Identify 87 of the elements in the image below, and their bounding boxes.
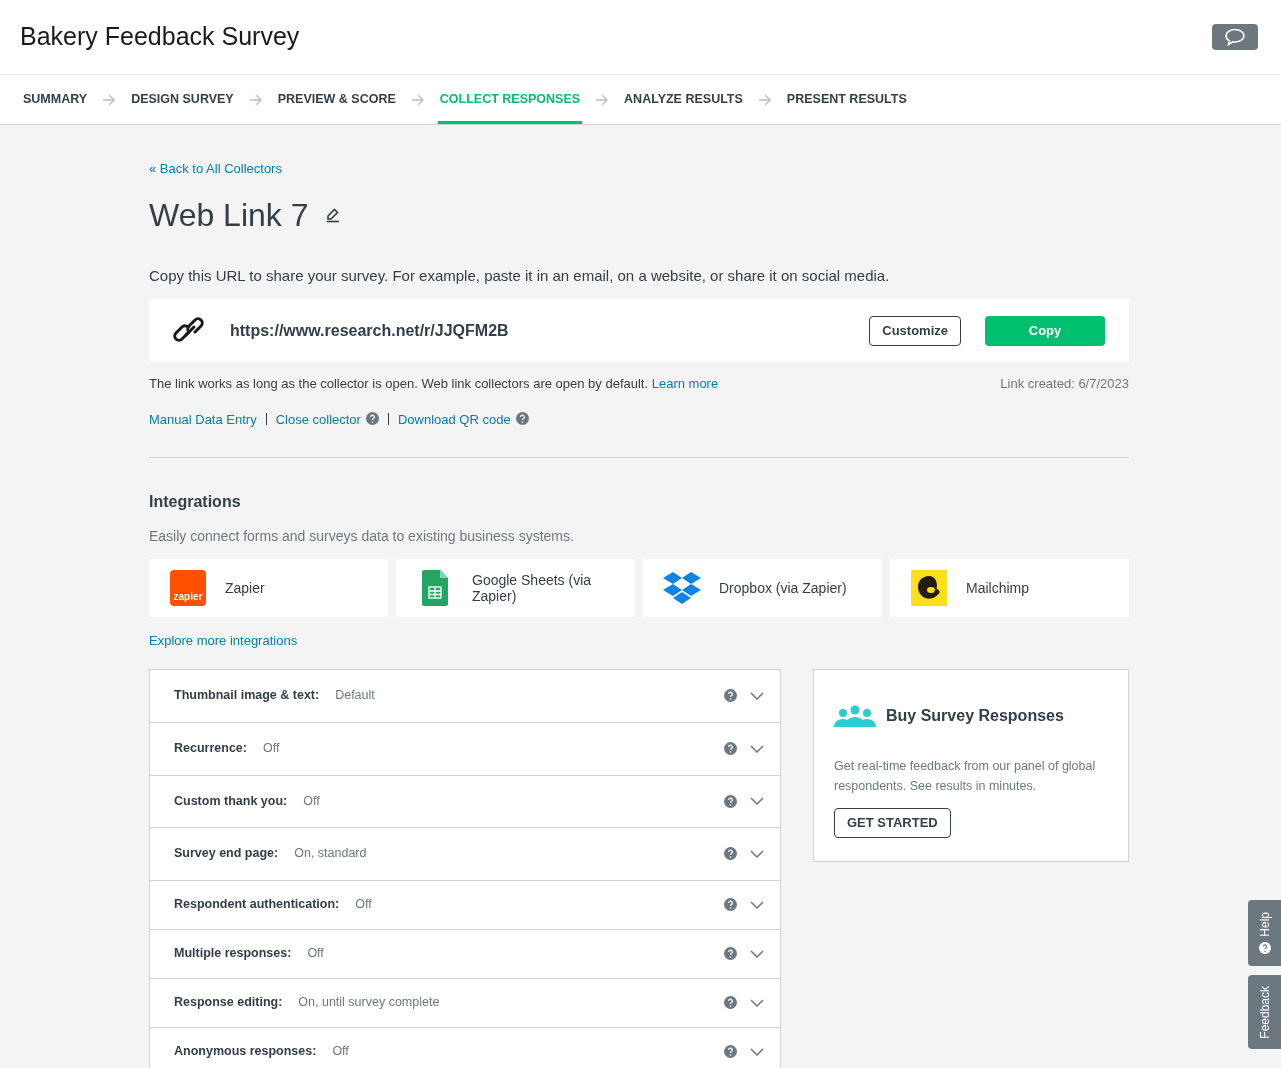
setting-label: Respondent authentication: [174, 896, 340, 914]
settings-row[interactable]: Thumbnail image & text: Default [150, 669, 780, 722]
section-description: Easily connect forms and surveys data to existing business systems. [149, 527, 575, 546]
setting-label: Survey end page: [174, 845, 279, 863]
setting-value: Off [355, 896, 373, 914]
settings-row[interactable]: Anonymous responses: Off [150, 1026, 780, 1068]
people-icon [834, 704, 876, 727]
setting-label: Recurrence: [174, 740, 247, 758]
settings-row[interactable]: Multiple responses: Off [150, 928, 780, 978]
help-icon[interactable] [724, 742, 737, 756]
step-tab[interactable]: PRESENT RESULTS [784, 75, 909, 124]
step-tab[interactable]: ANALYZE RESULTS [622, 75, 745, 124]
settings-row[interactable]: Respondent authentication: Off [150, 879, 780, 929]
setting-label: Custom thank you: [174, 792, 288, 810]
integration-card[interactable]: Mailchimp [890, 559, 1129, 617]
chevron-down-icon[interactable] [750, 744, 764, 753]
survey-title: Bakery Feedback Survey [20, 21, 300, 53]
arrow-icon [102, 93, 117, 106]
link-created-date: Link created: 6/7/2023 [1000, 375, 1129, 393]
help-icon [1258, 942, 1271, 955]
setting-value: Off [303, 792, 321, 810]
chevron-down-icon[interactable] [750, 900, 764, 909]
action-link[interactable]: Close collector [275, 409, 379, 429]
feedback-tab[interactable]: Feedback [1248, 975, 1281, 1049]
logo-text: zapier [173, 590, 203, 604]
chevron-down-icon[interactable] [750, 849, 764, 858]
section-heading: Integrations [149, 492, 242, 512]
collector-name: Web Link 7 [149, 195, 309, 235]
settings-row[interactable]: Response editing: On, until survey complete [150, 977, 780, 1027]
learn-more-link[interactable]: Learn more [651, 376, 719, 391]
get-started-button[interactable]: GET STARTED [834, 807, 951, 838]
arrow-icon [248, 93, 263, 106]
help-icon[interactable] [724, 947, 737, 960]
help-icon[interactable] [724, 898, 737, 911]
edit-icon[interactable] [324, 206, 341, 223]
instructions-text: Copy this URL to share your survey. For example, paste it in an email, on a website, or share it on social media. [149, 265, 891, 286]
promo-title: Buy Survey Responses [886, 705, 1064, 726]
arrow-icon [757, 93, 772, 106]
back-link[interactable]: « Back to All Collectors [149, 159, 1129, 179]
setting-label: Anonymous responses: [174, 1043, 317, 1061]
chevron-down-icon[interactable] [750, 691, 764, 700]
integration-card[interactable]: zapier Zapier [149, 559, 388, 617]
speech-bubble-icon [1224, 28, 1246, 46]
chat-button[interactable] [1212, 24, 1258, 50]
action-link[interactable]: Manual Data Entry [149, 409, 257, 429]
setting-value: Default [335, 687, 376, 705]
setting-value: On, standard [294, 845, 368, 863]
action-link[interactable]: Download QR code [397, 409, 529, 429]
settings-row[interactable]: Survey end page: On, standard [150, 827, 780, 880]
survey-url: https://www.research.net/r/JJQFM2B [230, 320, 510, 341]
settings-row[interactable]: Custom thank you: Off [150, 774, 780, 827]
chevron-down-icon[interactable] [750, 949, 764, 958]
setting-value: Off [262, 740, 281, 758]
setting-label: Response editing: [174, 994, 283, 1012]
setting-value: Off [307, 945, 325, 963]
explore-integrations-link[interactable]: Explore more integrations [149, 631, 1129, 651]
integration-name: Dropbox (via Zapier) [719, 580, 848, 596]
help-icon[interactable] [724, 689, 737, 703]
promo-text: Get real-time feedback from our panel of global respondents. See results in minutes. [834, 757, 1097, 795]
chevron-down-icon[interactable] [750, 797, 764, 806]
link-note: The link works as long as the collector is open. Web link collectors are open by default. Learn more [149, 375, 719, 393]
integration-name: Zapier [225, 580, 266, 596]
help-icon[interactable] [724, 1045, 737, 1058]
chevron-down-icon[interactable] [750, 1047, 764, 1056]
integration-name: Google Sheets (via Zapier) [472, 572, 593, 604]
integration-card[interactable]: Dropbox (via Zapier) [643, 559, 882, 617]
help-icon[interactable] [515, 411, 529, 425]
integration-card[interactable]: Google Sheets (via Zapier) [396, 559, 635, 617]
spreadsheet-icon [422, 570, 448, 606]
arrow-icon [595, 93, 610, 106]
settings-row[interactable]: Recurrence: Off [150, 722, 780, 775]
setting-label: Thumbnail image & text: [174, 687, 320, 705]
setting-value: Off [332, 1043, 350, 1061]
setting-value: On, until survey complete [298, 994, 441, 1012]
help-icon[interactable] [724, 794, 737, 808]
step-tab[interactable]: PREVIEW & SCORE [275, 75, 398, 124]
integration-name: Mailchimp [966, 580, 1030, 596]
help-icon[interactable] [365, 411, 379, 425]
chevron-down-icon[interactable] [750, 998, 764, 1007]
help-tab[interactable]: Help [1248, 900, 1281, 966]
setting-label: Multiple responses: [174, 945, 292, 963]
help-icon[interactable] [724, 847, 737, 861]
step-tab[interactable]: DESIGN SURVEY [129, 75, 236, 124]
arrow-icon [410, 93, 425, 106]
help-icon[interactable] [724, 996, 737, 1009]
customize-button[interactable]: Customize [869, 315, 961, 346]
step-tab[interactable]: SUMMARY [21, 75, 90, 124]
